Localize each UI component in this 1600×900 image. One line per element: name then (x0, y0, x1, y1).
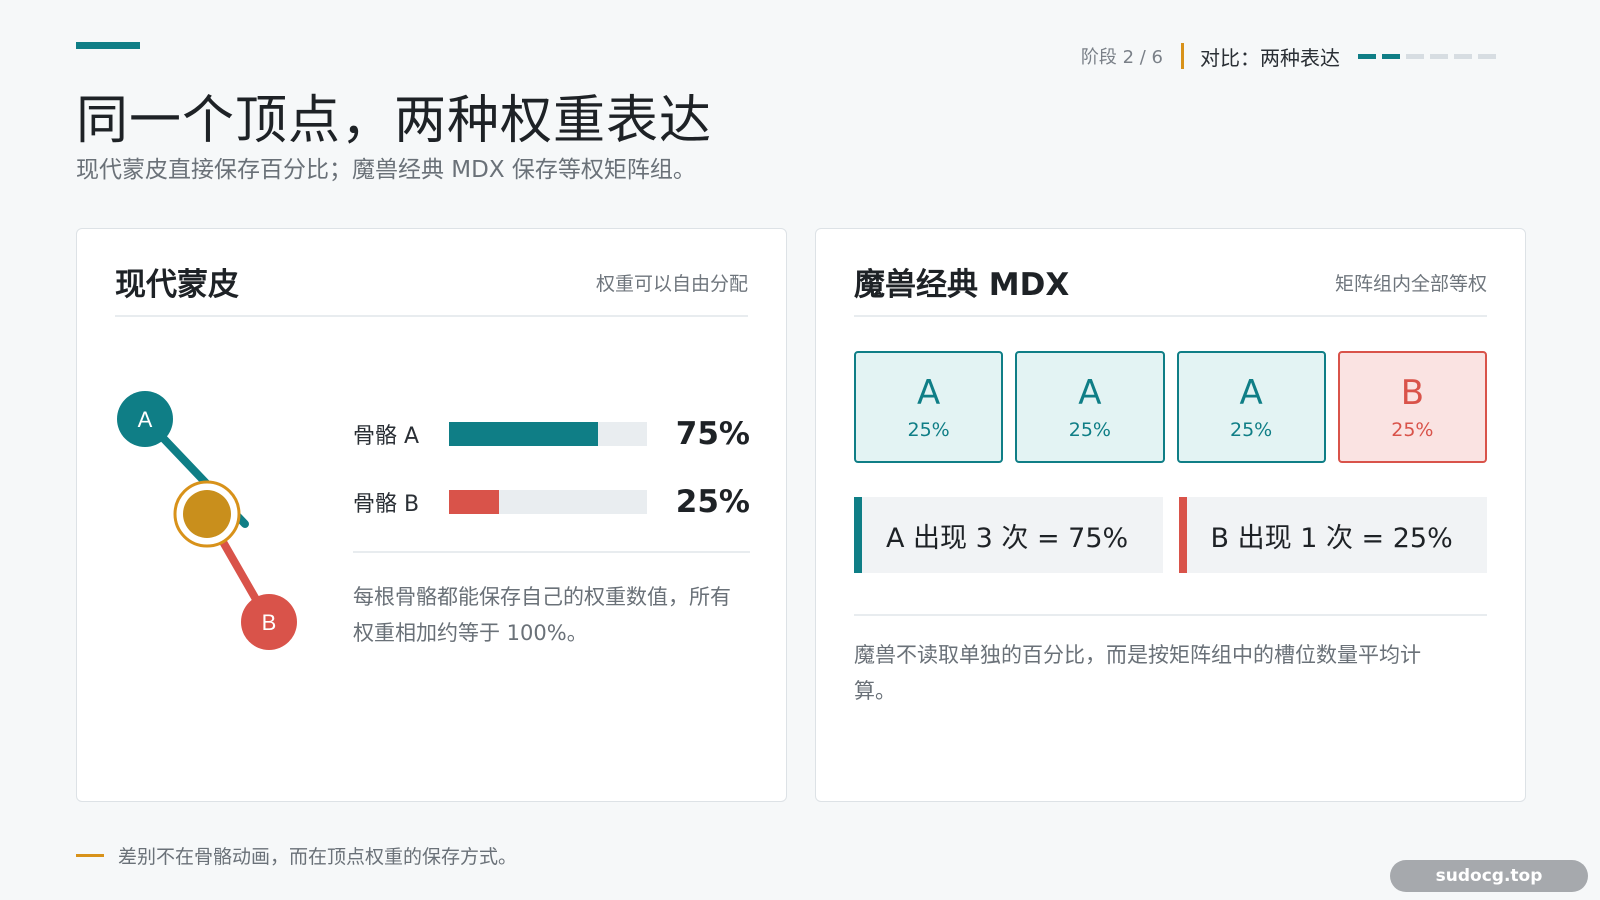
progress-dots (1358, 53, 1496, 59)
divider (854, 614, 1487, 616)
count-b: B 出现 1 次 = 25% (1178, 497, 1487, 573)
page-subtitle: 现代蒙皮直接保存百分比；魔兽经典 MDX 保存等权矩阵组。 (76, 157, 696, 183)
weight-bars: 骨骼 A 75% 骨骼 B 25% (353, 414, 750, 550)
count-a: A 出现 3 次 = 75% (854, 497, 1163, 573)
stage-name: 对比：两种表达 (1200, 45, 1340, 70)
bone-a-fill (449, 422, 598, 446)
card-header: 魔兽经典 MDX 矩阵组内全部等权 (854, 259, 1487, 317)
card-title: 现代蒙皮 (115, 267, 239, 303)
bone-b-label-text: 骨骼 B (353, 492, 420, 517)
matrix-slot: A 25% (854, 351, 1004, 463)
slot-letter: A (1239, 373, 1263, 413)
watermark: sudocg.top (1390, 860, 1588, 892)
progress-dot[interactable] (1430, 53, 1448, 59)
progress-dot[interactable] (1406, 53, 1424, 59)
modern-skinning-card: 现代蒙皮 权重可以自由分配 A B 骨骼 A 75% 骨骼 B 25% 每根骨骼… (76, 228, 787, 802)
bone-a-label-text: 骨骼 A (353, 424, 420, 449)
bone-b-track (449, 490, 647, 514)
page-title: 同一个顶点，两种权重表达 (76, 91, 713, 151)
stage-divider (1181, 43, 1184, 69)
slot-percent: 25% (907, 419, 950, 441)
matrix-slot: A 25% (1015, 351, 1165, 463)
slot-letter: A (916, 373, 941, 413)
slot-percent: 25% (1068, 419, 1111, 441)
progress-dot[interactable] (1478, 53, 1496, 59)
bone-b-value: 25% (675, 484, 750, 520)
bone-a-row: 骨骼 A 75% (353, 414, 750, 454)
slot-letter: B (1400, 373, 1425, 413)
matrix-group-slots: A 25% A 25% A 25% B 25% (854, 351, 1487, 463)
modern-note: 每根骨骼都能保存自己的权重数值，所有权重相加约等于 100%。 (353, 585, 731, 645)
card-tag: 权重可以自由分配 (595, 273, 748, 295)
vertex-icon (183, 490, 231, 538)
card-title: 魔兽经典 MDX (854, 267, 1070, 303)
mdx-note: 魔兽不读取单独的百分比，而是按矩阵组中的槽位数量平均计算。 (854, 643, 1421, 703)
card-tag: 矩阵组内全部等权 (1334, 273, 1487, 295)
bone-b-label: B (262, 610, 277, 635)
mdx-card: 魔兽经典 MDX 矩阵组内全部等权 A 25% A 25% A 25% B 25… (815, 228, 1526, 802)
progress-dot[interactable] (1358, 53, 1376, 59)
footer-accent-line (76, 854, 104, 857)
footer-text: 差别不在骨骼动画，而在顶点权重的保存方式。 (118, 846, 518, 868)
bone-a-value: 75% (675, 416, 750, 452)
slot-percent: 25% (1230, 419, 1273, 441)
bone-b-row: 骨骼 B 25% (353, 482, 750, 522)
stage-progress: 阶段 2 / 6 对比：两种表达 (1081, 42, 1496, 70)
bone-b-fill (449, 490, 499, 514)
progress-dot[interactable] (1382, 53, 1400, 59)
matrix-slot: B 25% (1337, 351, 1487, 463)
stage-counter: 阶段 2 / 6 (1080, 47, 1163, 68)
title-accent-bar (76, 42, 140, 49)
slot-percent: 25% (1391, 419, 1434, 441)
footer: 差别不在骨骼动画，而在顶点权重的保存方式。 (76, 842, 517, 869)
divider (353, 551, 750, 553)
matrix-slot: A 25% (1176, 351, 1326, 463)
slot-letter: A (1078, 373, 1102, 413)
progress-dot[interactable] (1454, 53, 1472, 59)
card-header: 现代蒙皮 权重可以自由分配 (115, 259, 748, 317)
slot-counts: A 出现 3 次 = 75% B 出现 1 次 = 25% (854, 497, 1487, 573)
bone-a-label: A (138, 407, 153, 432)
bone-diagram: A B (117, 391, 297, 650)
bone-a-track (449, 422, 647, 446)
